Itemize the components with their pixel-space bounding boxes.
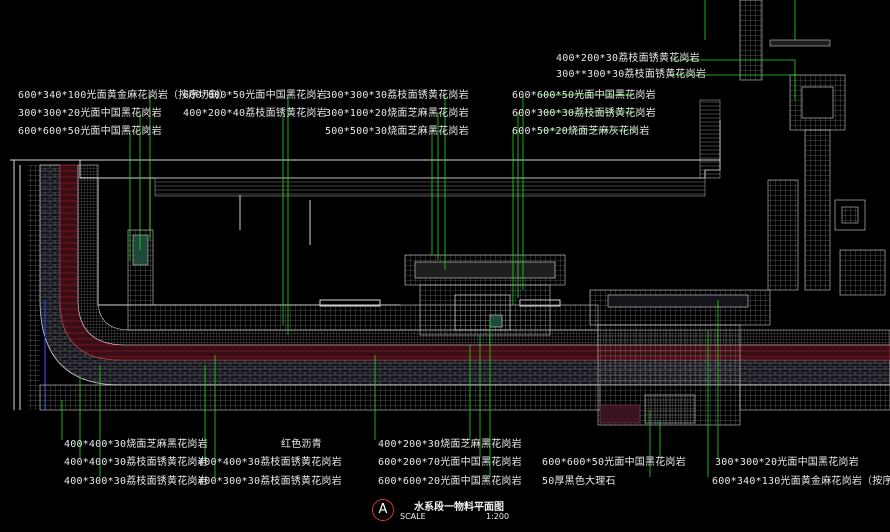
label-bottom-7: 400*200*30烧面芝麻黑花岗岩: [378, 439, 522, 450]
label-bottom-1: 400*400*30烧面芝麻黑花岗岩: [64, 439, 208, 450]
scale-ratio: 1:200: [486, 512, 510, 521]
label-top-11: 600*50*20烧面芝麻灰花岗岩: [512, 126, 650, 137]
bottom-paving: [39, 384, 890, 411]
drawing-title: 水系段一物料平面图: [414, 502, 504, 513]
label-bottom-11: 50厚黑色大理石: [542, 476, 616, 487]
label-bottom-8: 600*200*70光面中国黑花岗岩: [378, 457, 522, 468]
label-bottom-9: 600*600*20光面中国黑花岗岩: [378, 476, 522, 487]
label-bottom-6: 400*300*30荔枝面锈黄花岗岩: [198, 476, 342, 487]
label-top-8: 500*500*30烧面芝麻黑花岗岩: [325, 126, 469, 137]
label-bottom-2: 400*400*30荔枝面锈黄花岗岩: [64, 457, 208, 468]
label-bottom-3: 400*300*30荔枝面锈黄花岗岩: [64, 476, 208, 487]
label-bottom-4: 红色沥青: [281, 439, 322, 450]
label-top-5: 400*200*40荔枝面锈黄花岗岩: [183, 108, 327, 119]
label-bottom-10: 600*600*50光面中国黑花岗岩: [542, 457, 686, 468]
label-top-3: 600*600*50光面中国黑花岗岩: [18, 126, 162, 137]
right-column: [739, 0, 886, 296]
label-bottom-13: 600*340*130光面黄金麻花岗岩（按序切割）: [712, 476, 890, 487]
label-top-2: 300*300*20光面中国黑花岗岩: [18, 108, 162, 119]
label-top-9: 600*600*50光面中国黑花岗岩: [512, 90, 656, 101]
label-bottom-12: 300*300*20光面中国黑花岗岩: [715, 457, 859, 468]
label-top-6: 300*300*30荔枝面锈黄花岗岩: [325, 90, 469, 101]
label-top-7: 300*100*20烧面芝麻黑花岗岩: [325, 108, 469, 119]
label-top-13: 300**300*30荔枝面锈黄花岗岩: [556, 69, 707, 80]
label-top-10: 600*300*30荔枝面锈黄花岗岩: [512, 108, 656, 119]
label-top-12: 400*200*30荔枝面锈黄花岗岩: [556, 53, 700, 64]
label-top-4: 600*600*50光面中国黑花岗岩: [183, 90, 327, 101]
label-bottom-5: 400*400*30荔枝面锈黄花岗岩: [198, 457, 342, 468]
drawing-marker: A: [372, 499, 394, 521]
cad-drawing-canvas: [10, 0, 890, 478]
scale-label: SCALE: [400, 512, 426, 521]
